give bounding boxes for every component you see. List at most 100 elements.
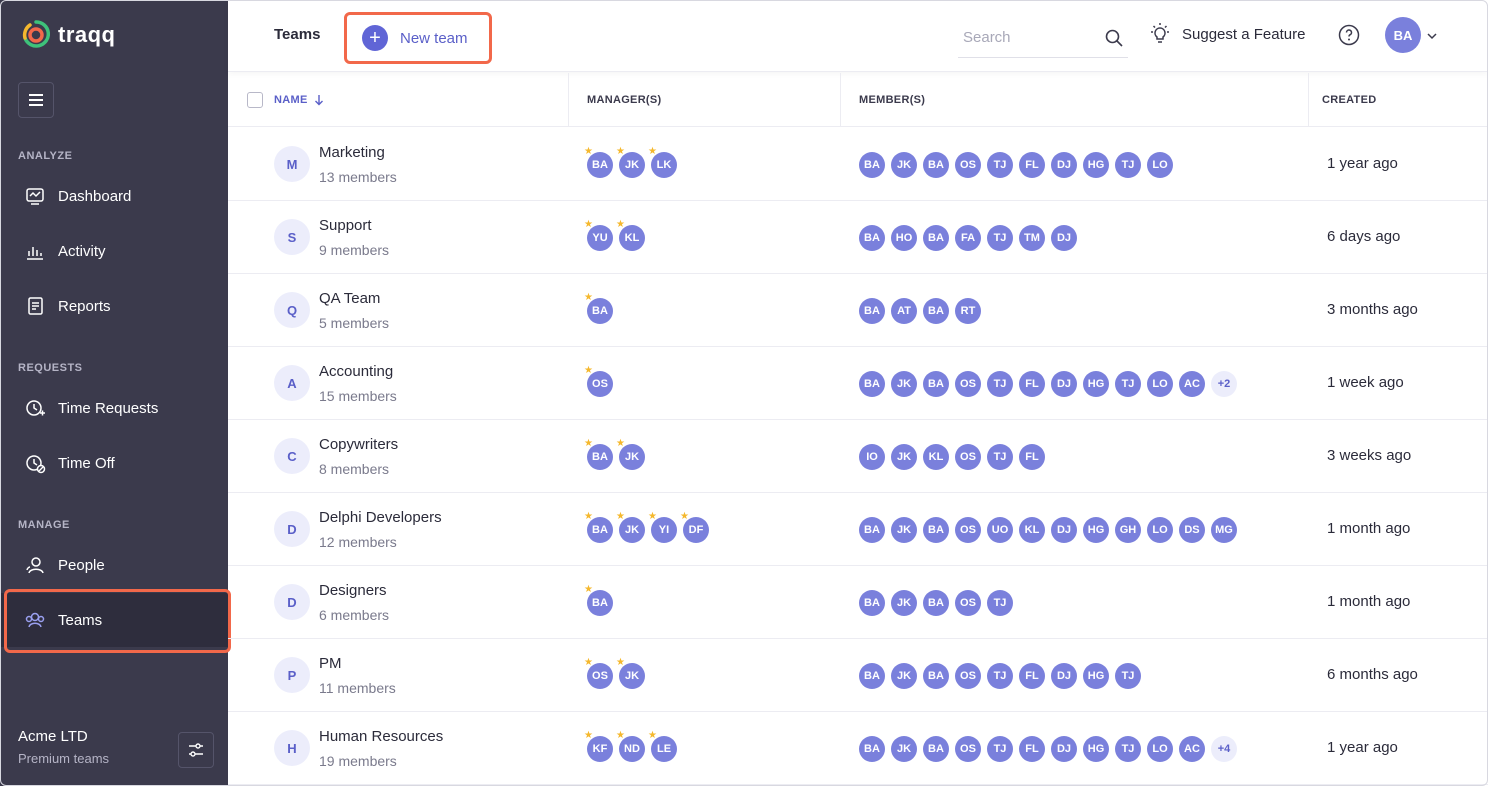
member-avatar[interactable]: LO (1147, 517, 1173, 543)
member-avatar[interactable]: AT (891, 298, 917, 324)
manager-avatar[interactable]: ★ OS (584, 658, 613, 689)
member-avatar[interactable]: JK (891, 152, 917, 178)
table-row[interactable]: Q QA Team 5 members ★ BA BA AT BA RT 3 months ago (228, 274, 1488, 347)
user-avatar[interactable]: BA (1385, 17, 1421, 53)
member-avatar[interactable]: FL (1019, 152, 1045, 178)
member-avatar[interactable]: BA (923, 590, 949, 616)
member-avatar[interactable]: OS (955, 152, 981, 178)
search-icon[interactable] (1104, 28, 1124, 48)
menu-toggle-button[interactable] (18, 82, 54, 118)
member-avatar[interactable]: BA (923, 225, 949, 251)
manager-avatar[interactable]: ★ YU (584, 220, 613, 251)
member-avatar[interactable]: DJ (1051, 663, 1077, 689)
member-avatar[interactable]: OS (955, 517, 981, 543)
member-avatar[interactable]: BA (923, 298, 949, 324)
manager-avatar[interactable]: ★ BA (584, 585, 613, 616)
table-row[interactable]: D Designers 6 members ★ BA BA JK BA OS TJ 1 month … (228, 566, 1488, 639)
manager-avatar[interactable]: ★ ND (616, 731, 645, 762)
member-avatar[interactable]: UO (987, 517, 1013, 543)
manager-avatar[interactable]: ★ LE (648, 731, 677, 762)
member-avatar[interactable]: HG (1083, 663, 1109, 689)
brand-logo[interactable]: traqq (22, 18, 116, 52)
member-avatar[interactable]: BA (923, 663, 949, 689)
sidebar-item-activity[interactable]: Activity (0, 224, 228, 278)
sidebar-item-time-requests[interactable]: Time Requests (0, 381, 228, 435)
member-avatar[interactable]: BA (859, 736, 885, 762)
member-avatar[interactable]: JK (891, 590, 917, 616)
member-avatar[interactable]: FA (955, 225, 981, 251)
table-row[interactable]: D Delphi Developers 12 members ★ BA ★ JK ★ YI ★ DF… (228, 493, 1488, 566)
member-avatar[interactable]: TJ (1115, 736, 1141, 762)
manager-avatar[interactable]: ★ YI (648, 512, 677, 543)
team-name[interactable]: Human Resources (319, 728, 443, 745)
chevron-down-icon[interactable] (1426, 30, 1438, 42)
new-team-button[interactable]: + New team (344, 12, 492, 64)
table-row[interactable]: P PM 11 members ★ OS ★ JK BA JK BA OS TJ FL DJ HG TJ 6 m… (228, 639, 1488, 712)
member-avatar[interactable]: JK (891, 517, 917, 543)
member-avatar[interactable]: FL (1019, 371, 1045, 397)
member-avatar[interactable]: TJ (987, 590, 1013, 616)
suggest-feature-button[interactable]: Suggest a Feature (1148, 22, 1305, 46)
manager-avatar[interactable]: ★ JK (616, 439, 645, 470)
manager-avatar[interactable]: ★ JK (616, 147, 645, 178)
member-avatar[interactable]: TJ (987, 371, 1013, 397)
sidebar-item-people[interactable]: People (0, 538, 228, 592)
member-avatar[interactable]: KL (1019, 517, 1045, 543)
member-avatar[interactable]: LO (1147, 736, 1173, 762)
member-avatar[interactable]: TJ (987, 152, 1013, 178)
member-avatar[interactable]: BA (859, 517, 885, 543)
sidebar-item-dashboard[interactable]: Dashboard (0, 169, 228, 223)
member-avatar[interactable]: HG (1083, 152, 1109, 178)
select-all-checkbox[interactable] (247, 92, 263, 108)
member-avatar[interactable]: OS (955, 444, 981, 470)
member-avatar[interactable]: TJ (987, 225, 1013, 251)
member-avatar[interactable]: OS (955, 590, 981, 616)
member-avatar[interactable]: HG (1083, 371, 1109, 397)
member-avatar[interactable]: DJ (1051, 736, 1077, 762)
member-avatar[interactable]: TM (1019, 225, 1045, 251)
member-avatar[interactable]: OS (955, 663, 981, 689)
member-avatar[interactable]: BA (859, 590, 885, 616)
table-row[interactable]: H Human Resources 19 members ★ KF ★ ND ★ LE BA JK B… (228, 712, 1488, 785)
member-avatar[interactable]: DJ (1051, 152, 1077, 178)
member-avatar[interactable]: LO (1147, 152, 1173, 178)
member-avatar[interactable]: AC (1179, 736, 1205, 762)
member-avatar[interactable]: HO (891, 225, 917, 251)
manager-avatar[interactable]: ★ JK (616, 658, 645, 689)
team-name[interactable]: QA Team (319, 290, 380, 307)
help-button[interactable] (1338, 24, 1360, 51)
member-avatar[interactable]: BA (859, 298, 885, 324)
member-avatar[interactable]: FL (1019, 444, 1045, 470)
member-avatar[interactable]: JK (891, 736, 917, 762)
member-avatar[interactable]: GH (1115, 517, 1141, 543)
member-avatar[interactable]: DJ (1051, 225, 1077, 251)
member-avatar[interactable]: BA (859, 152, 885, 178)
member-avatar[interactable]: BA (923, 517, 949, 543)
member-avatar[interactable]: TJ (1115, 152, 1141, 178)
member-avatar[interactable]: JK (891, 663, 917, 689)
table-row[interactable]: A Accounting 15 members ★ OS BA JK BA OS TJ FL DJ HG… (228, 347, 1488, 420)
manager-avatar[interactable]: ★ BA (584, 439, 613, 470)
team-name[interactable]: Support (319, 217, 372, 234)
member-avatar[interactable]: DS (1179, 517, 1205, 543)
member-avatar[interactable]: OS (955, 736, 981, 762)
more-members-badge[interactable]: +2 (1211, 371, 1237, 397)
manager-avatar[interactable]: ★ BA (584, 512, 613, 543)
manager-avatar[interactable]: ★ DF (680, 512, 709, 543)
member-avatar[interactable]: BA (859, 371, 885, 397)
table-row[interactable]: M Marketing 13 members ★ BA ★ JK ★ LK BA JK BA OS TJ F… (228, 128, 1488, 201)
table-row[interactable]: S Support 9 members ★ YU ★ KL BA HO BA FA TJ TM DJ 6 d… (228, 201, 1488, 274)
table-row[interactable]: C Copywriters 8 members ★ BA ★ JK IO JK KL OS TJ FL 3… (228, 420, 1488, 493)
member-avatar[interactable]: JK (891, 371, 917, 397)
member-avatar[interactable]: BA (859, 225, 885, 251)
member-avatar[interactable]: TJ (1115, 371, 1141, 397)
team-name[interactable]: Marketing (319, 144, 385, 161)
manager-avatar[interactable]: ★ BA (584, 147, 613, 178)
search-input[interactable] (963, 29, 1103, 46)
member-avatar[interactable]: IO (859, 444, 885, 470)
member-avatar[interactable]: JK (891, 444, 917, 470)
member-avatar[interactable]: BA (923, 152, 949, 178)
team-name[interactable]: PM (319, 655, 342, 672)
member-avatar[interactable]: HG (1083, 736, 1109, 762)
member-avatar[interactable]: RT (955, 298, 981, 324)
